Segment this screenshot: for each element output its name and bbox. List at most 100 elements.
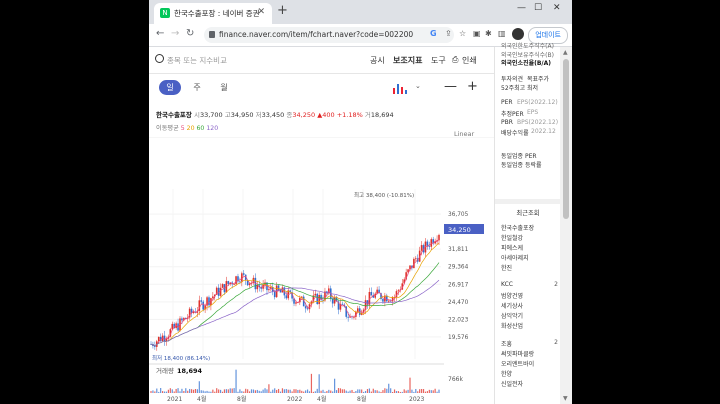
volume-bar [252, 389, 255, 393]
recent-item[interactable]: 한진 [501, 263, 512, 272]
naver-favicon-icon: N [160, 8, 170, 18]
google-icon[interactable]: G [430, 29, 437, 38]
print-menu[interactable]: 인쇄 [462, 55, 477, 66]
group2-count: 2 [554, 281, 558, 288]
group3-item[interactable]: 조흥 [501, 339, 512, 348]
volume-bar [235, 369, 237, 393]
period-week-tab[interactable]: 주 [186, 80, 208, 95]
recent-item[interactable]: 한국수출포장 [501, 223, 534, 232]
candle-body [242, 273, 245, 275]
close-window-icon[interactable]: ✕ [553, 3, 561, 13]
puzzle-icon[interactable]: ✱ [485, 29, 492, 38]
candle-body [382, 298, 384, 302]
print-icon[interactable]: ⎙ [452, 55, 458, 65]
min-price-label: 최저 18,400 (86.14%) [152, 354, 210, 362]
volume-bar [305, 390, 307, 393]
zoom-in-icon[interactable]: + [467, 79, 478, 94]
same-industry-per-label: 동일업종 PER [501, 153, 537, 160]
group3-item[interactable]: 오리엔트바이 [501, 359, 534, 368]
share-icon[interactable]: ⇪ [445, 29, 452, 38]
volume-bar [223, 389, 226, 393]
volume-bar [177, 388, 179, 393]
price-chart[interactable]: 36,705 31,811 29,364 26,917 24,470 22,023 19,5… [149, 137, 494, 404]
candle-body [279, 290, 282, 293]
ma5-label[interactable]: 5 [181, 125, 185, 132]
volume-bar [210, 391, 212, 393]
volume-bar [347, 391, 349, 393]
volume-bar [281, 388, 284, 393]
scroll-down-icon[interactable]: ▼ [563, 395, 568, 402]
candle-body [165, 338, 168, 341]
group2-item[interactable]: KCC [501, 281, 513, 288]
volume-title: 거래량 [156, 366, 174, 375]
search-icon[interactable] [155, 54, 164, 63]
scroll-up-icon[interactable]: ▲ [563, 49, 568, 56]
recent-item[interactable]: 한일철강 [501, 233, 523, 242]
x-axis-ticks: 2021 4월 8월 2022 4월 8월 2023 [167, 395, 424, 403]
group3-item[interactable]: 한양 [501, 369, 512, 378]
period-day-tab[interactable]: 일 [159, 80, 181, 95]
maximize-icon[interactable]: ☐ [534, 3, 542, 13]
volume-bar [256, 389, 258, 393]
volume-bar [316, 388, 318, 393]
group2-item[interactable]: 삼익악기 [501, 311, 523, 320]
browser-window: N 한국수출포장 : 네이버 증권 ✕ + — ☐ ✕ ← → ↻ financ… [149, 0, 572, 404]
reload-icon[interactable]: ↻ [186, 28, 194, 39]
volume-bar [171, 389, 173, 393]
foreign-rate-label: 외국인소진율(B/A) [501, 60, 552, 67]
tools-menu[interactable]: 도구 [431, 55, 446, 66]
candle-body [200, 300, 203, 302]
group2-item[interactable]: 범양건영 [501, 291, 523, 300]
new-tab-icon[interactable]: + [277, 3, 288, 18]
x-tick-label: 4월 [317, 395, 326, 403]
recent-item[interactable]: 피에스케 [501, 243, 523, 252]
zoom-out-icon[interactable]: — [444, 79, 457, 94]
y-tick-label: 29,364 [448, 265, 469, 271]
back-icon[interactable]: ← [156, 28, 164, 39]
minimize-icon[interactable]: — [517, 3, 526, 13]
volume-bar [390, 388, 392, 393]
page-scrollbar[interactable]: ▲ ▼ [560, 47, 572, 404]
volume-bar [341, 389, 343, 393]
compare-search-input[interactable]: 종목 또는 지수비교 [167, 55, 227, 66]
volume-bar [417, 391, 419, 393]
group2-item[interactable]: 세기상사 [501, 301, 523, 310]
volume-bar [318, 374, 320, 393]
volume-bar [399, 391, 401, 393]
group3-item[interactable]: 써밋파마클랑 [501, 349, 534, 358]
address-bar[interactable]: finance.naver.com/item/fchart.naver?code… [204, 27, 454, 43]
candle-body [426, 241, 429, 246]
ma60-label[interactable]: 60 [197, 125, 205, 132]
notice-menu[interactable]: 공시 [370, 55, 385, 66]
sidepanel-icon[interactable]: ▥ [498, 29, 506, 38]
recent-item[interactable]: 아세아제지 [501, 253, 529, 262]
volume-bar [264, 388, 266, 393]
volume-bar [349, 390, 351, 393]
volume-bar [287, 389, 289, 393]
bookmark-star-icon[interactable]: ☆ [459, 29, 466, 38]
ma20-label[interactable]: 20 [187, 125, 195, 132]
period-month-tab[interactable]: 월 [213, 80, 235, 95]
candle-type-icon[interactable] [393, 84, 407, 94]
indicator-menu[interactable]: 보조지표 [393, 55, 422, 66]
change-value: ▲400 [317, 111, 335, 119]
close-tab-icon[interactable]: ✕ [257, 7, 265, 17]
volume-bar [310, 373, 313, 393]
scrollbar-thumb[interactable] [563, 59, 569, 219]
profile-avatar-icon[interactable] [512, 28, 524, 40]
candle-body [219, 287, 222, 296]
volume-bar [158, 391, 160, 393]
ma120-label[interactable]: 120 [206, 125, 218, 132]
browser-tab[interactable]: N 한국수출포장 : 네이버 증권 ✕ [154, 3, 272, 24]
sidebar-separator [495, 199, 561, 204]
volume-bar [258, 390, 260, 393]
forward-icon[interactable]: → [171, 28, 179, 39]
volume-bar [337, 388, 340, 393]
group3-item[interactable]: 신일전자 [501, 379, 523, 388]
volume-bar [366, 389, 369, 393]
group2-item[interactable]: 화성산업 [501, 321, 523, 330]
volume-bar [204, 391, 206, 393]
extension-icon[interactable]: ▣ [473, 29, 481, 38]
chevron-down-icon[interactable]: ⌄ [415, 82, 421, 90]
volume-bar [227, 389, 229, 393]
